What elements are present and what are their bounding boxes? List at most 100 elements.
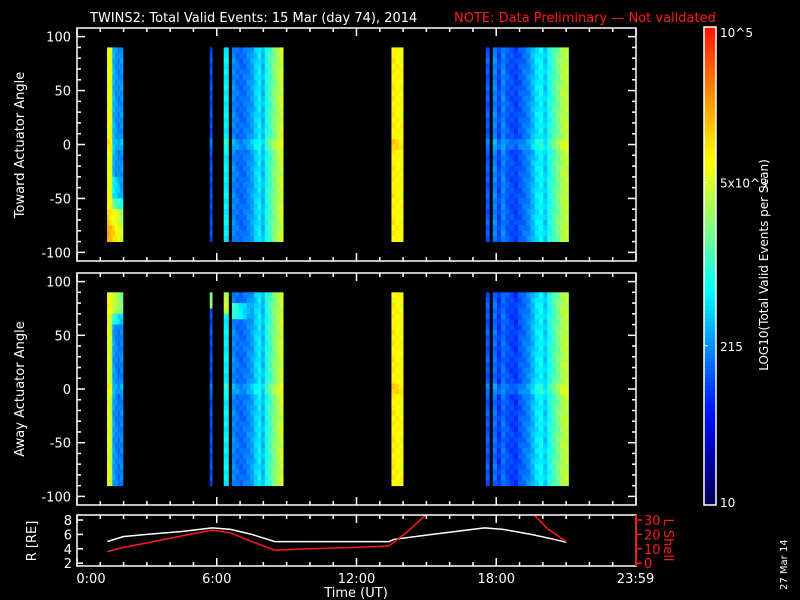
heatmap-cell xyxy=(107,203,111,210)
heatmap-cell xyxy=(399,176,404,183)
toward-angle-panel: 100500-50-100 xyxy=(41,27,637,262)
heatmap-cell xyxy=(496,405,502,411)
heatmap-cell xyxy=(509,346,515,352)
heatmap-cell xyxy=(268,214,273,221)
heatmap-cell xyxy=(112,58,116,64)
heatmap-cell xyxy=(530,329,536,336)
heatmap-cell xyxy=(530,225,536,232)
heatmap-cell xyxy=(539,47,544,54)
heatmap-cell xyxy=(261,203,266,210)
heatmap-cell xyxy=(272,356,277,363)
heatmap-cell xyxy=(496,297,502,304)
heatmap-cell xyxy=(522,324,527,331)
heatmap-cell xyxy=(112,101,116,108)
colorbar-segment xyxy=(704,333,716,339)
heatmap-cell xyxy=(501,329,506,336)
heatmap-cell xyxy=(275,68,280,75)
heatmap-cell xyxy=(496,319,502,325)
heatmap-cell xyxy=(513,313,519,320)
heatmap-cell xyxy=(509,85,515,91)
heatmap-cell xyxy=(117,133,121,140)
heatmap-cell xyxy=(112,230,116,237)
heatmap-cell xyxy=(485,399,490,406)
heatmap-cell xyxy=(257,122,262,129)
heatmap-cell xyxy=(272,112,277,118)
heatmap-cell xyxy=(560,74,565,81)
heatmap-cell xyxy=(250,176,255,183)
heatmap-cell xyxy=(107,394,111,401)
heatmap-cell xyxy=(209,346,213,352)
heatmap-cell xyxy=(261,79,266,86)
heatmap-cell xyxy=(246,203,251,210)
heatmap-cell xyxy=(250,47,255,54)
heatmap-cell xyxy=(395,474,400,481)
heatmap-cell xyxy=(223,68,229,75)
heatmap-cell xyxy=(261,52,266,59)
heatmap-cell xyxy=(564,155,569,162)
heatmap-cell xyxy=(117,297,121,304)
heatmap-cell xyxy=(543,182,548,189)
heatmap-cell xyxy=(231,329,236,336)
heatmap-cell xyxy=(261,230,266,237)
heatmap-cell xyxy=(250,236,255,242)
heatmap-cell xyxy=(501,421,506,427)
heatmap-cell xyxy=(505,319,510,325)
heatmap-cell xyxy=(107,85,111,91)
heatmap-cell xyxy=(543,319,548,325)
heatmap-cell xyxy=(560,79,565,86)
heatmap-cell xyxy=(522,193,527,199)
heatmap-cell xyxy=(246,236,251,242)
heatmap-cell xyxy=(391,166,396,172)
heatmap-cell xyxy=(391,122,396,129)
heatmap-cell xyxy=(275,209,280,216)
heatmap-cell xyxy=(272,193,277,199)
heatmap-cell xyxy=(513,166,519,172)
heatmap-cell xyxy=(279,389,284,395)
heatmap-cell xyxy=(517,106,523,113)
heatmap-cell xyxy=(551,214,557,221)
heatmap-cell xyxy=(517,79,523,86)
heatmap-cell xyxy=(522,351,527,358)
heatmap-cell xyxy=(492,405,498,411)
heatmap-cell xyxy=(246,58,251,64)
heatmap-cell xyxy=(543,225,548,232)
heatmap-cell xyxy=(257,356,262,363)
heatmap-cell xyxy=(534,79,540,86)
heatmap-cell xyxy=(120,464,124,470)
heatmap-cell xyxy=(235,431,240,438)
heatmap-cell xyxy=(268,68,273,75)
heatmap-cell xyxy=(261,362,266,368)
heatmap-cell xyxy=(391,367,396,374)
heatmap-cell xyxy=(250,362,255,368)
heatmap-cell xyxy=(261,426,266,433)
heatmap-cell xyxy=(485,149,490,156)
heatmap-cell xyxy=(513,448,519,454)
heatmap-cell xyxy=(560,346,565,352)
heatmap-cell xyxy=(543,313,548,320)
heatmap-cell xyxy=(114,405,119,411)
heatmap-cell xyxy=(517,458,523,465)
heatmap-cell xyxy=(399,112,404,118)
heatmap-cell xyxy=(530,372,536,379)
heatmap-cell xyxy=(501,225,506,232)
heatmap-cell xyxy=(109,225,113,232)
heatmap-cell xyxy=(501,308,506,315)
heatmap-cell xyxy=(223,437,229,444)
heatmap-cell xyxy=(279,128,284,135)
heatmap-cell xyxy=(117,474,121,481)
heatmap-cell xyxy=(250,319,255,325)
heatmap-cell xyxy=(250,58,255,64)
heatmap-cell xyxy=(530,171,536,178)
heatmap-cell xyxy=(223,193,229,199)
heatmap-cell xyxy=(560,176,565,183)
heatmap-cell xyxy=(391,230,396,237)
heatmap-cell xyxy=(551,389,557,395)
away-angle-axis-label: Away Actuator Angle xyxy=(13,321,28,456)
heatmap-cell xyxy=(564,101,569,108)
heatmap-cell xyxy=(522,458,527,465)
heatmap-cell xyxy=(517,58,523,64)
heatmap-cell xyxy=(564,410,569,417)
heatmap-cell xyxy=(522,106,527,113)
heatmap-cell xyxy=(564,431,569,438)
heatmap-cell xyxy=(485,95,490,102)
